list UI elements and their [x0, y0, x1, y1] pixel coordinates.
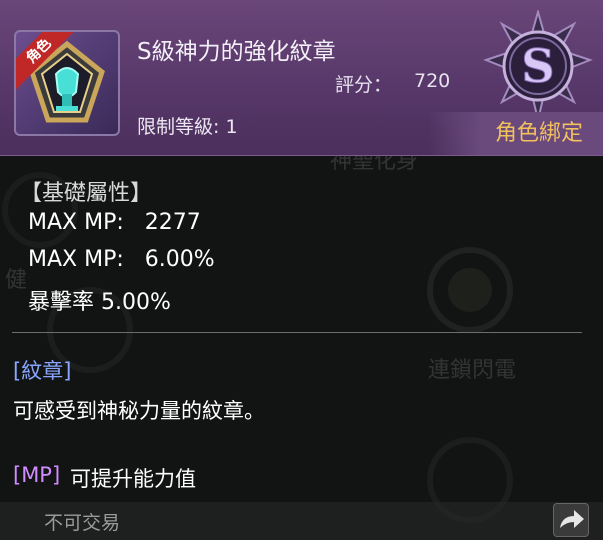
tooltip-header: 角色 S級神力的強化紋章 評分： 720 限制等級: 1 S 角色綁定 [0, 0, 603, 156]
s-grade-emblem-icon: S [482, 8, 594, 128]
mp-description: 可提升能力值 [70, 467, 196, 491]
attribute-line: 暴擊率 5.00% [28, 290, 171, 315]
share-arrow-icon [560, 510, 584, 528]
category-tag: [紋章] [13, 359, 72, 383]
item-tooltip: 角色 S級神力的強化紋章 評分： 720 限制等級: 1 S 角色綁定 【基礎屬… [0, 0, 603, 540]
mp-tag: [MP] [13, 463, 61, 487]
bind-status-badge: 角色綁定 [428, 112, 603, 155]
grade-letter: S [521, 39, 554, 93]
score-value: 720 [414, 70, 451, 92]
section-divider [12, 332, 582, 333]
item-icon-frame: 角色 [14, 30, 120, 136]
trade-restriction: 不可交易 [44, 512, 121, 534]
item-description: 可感受到神秘力量的紋章。 [13, 399, 265, 423]
score-label: 評分： [335, 74, 393, 96]
level-requirement: 限制等級: 1 [137, 116, 238, 138]
share-button[interactable] [553, 503, 589, 537]
attribute-line: MAX MP: 2277 [28, 210, 201, 235]
item-name: S級神力的強化紋章 [137, 39, 336, 65]
attribute-line: MAX MP: 6.00% [28, 247, 215, 272]
attributes-header: 【基礎屬性】 [20, 181, 153, 206]
